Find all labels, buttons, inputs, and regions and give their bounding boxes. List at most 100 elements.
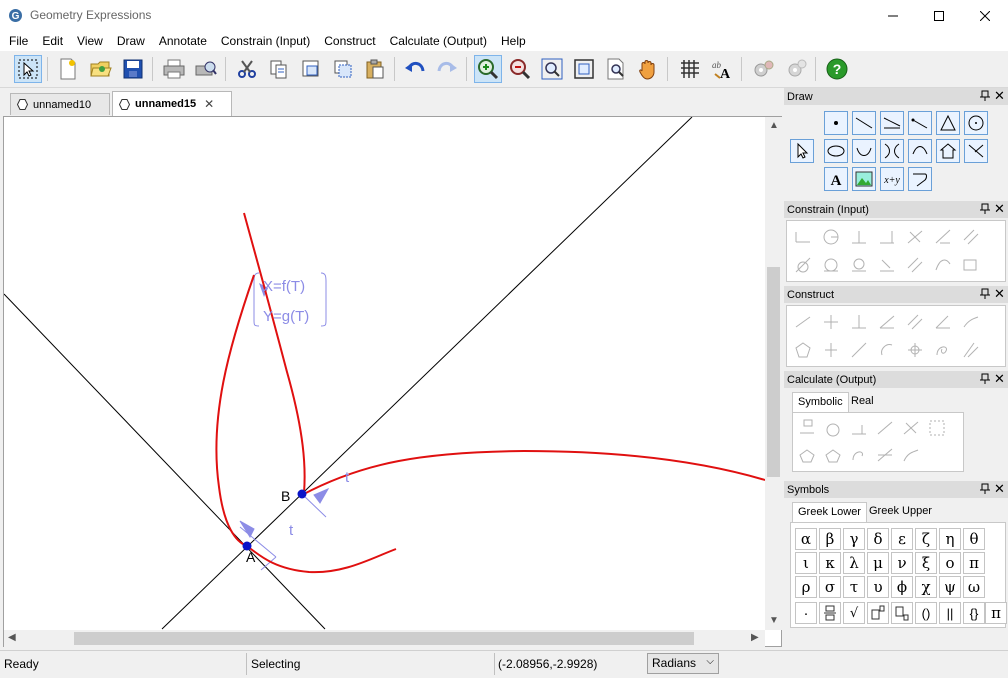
draw-line-tool[interactable] (852, 111, 876, 135)
symbol-iota[interactable]: ι (795, 552, 817, 574)
constrain-curve-tool[interactable] (931, 253, 955, 277)
constrain-distance-tool[interactable] (791, 225, 815, 249)
symbol-rho[interactable]: ρ (795, 576, 817, 598)
draw-picture-tool[interactable] (852, 167, 876, 191)
scroll-up-icon[interactable]: ▲ (769, 120, 779, 131)
menu-annotate[interactable]: Annotate (152, 31, 214, 51)
horizontal-scroll-thumb[interactable] (74, 632, 694, 645)
gears-button[interactable] (750, 55, 778, 83)
symbol-sigma[interactable]: σ (819, 576, 841, 598)
calc-coordinates-tool[interactable] (925, 416, 949, 440)
symbol-gamma[interactable]: γ (843, 528, 865, 550)
calc-area-tool[interactable] (795, 443, 819, 467)
pin-icon[interactable] (979, 90, 991, 102)
calc-perimeter-tool[interactable] (821, 443, 845, 467)
parametric-curve-right[interactable] (301, 449, 765, 496)
menu-help[interactable]: Help (494, 31, 533, 51)
select-tool-button[interactable] (14, 55, 42, 83)
constrain-equal-tool[interactable] (903, 253, 927, 277)
calc-radius-tool[interactable] (821, 416, 845, 440)
calc-implicit-tool[interactable] (873, 443, 897, 467)
symbol-kappa[interactable]: κ (819, 552, 841, 574)
draw-locus-tool[interactable] (964, 139, 988, 163)
symbol-chi[interactable]: χ (915, 576, 937, 598)
grid-button[interactable] (676, 55, 704, 83)
construction-line-1[interactable] (4, 293, 326, 630)
calc-equation-tool[interactable] (899, 416, 923, 440)
zoom-in-button[interactable] (474, 55, 502, 83)
construct-midpoint-tool[interactable] (791, 310, 815, 334)
parametric-curve[interactable] (243, 212, 306, 495)
draw-polygon-tool[interactable] (936, 111, 960, 135)
zoom-window-button[interactable] (570, 55, 598, 83)
construct-dilation-tool[interactable] (903, 338, 927, 362)
symbol-zeta[interactable]: ζ (915, 528, 937, 550)
tab-real[interactable]: Real (846, 392, 879, 412)
op-braces[interactable]: {} (963, 602, 985, 624)
construct-parallel-tool[interactable] (903, 310, 927, 334)
horizontal-scrollbar[interactable]: ◀ ▶ (4, 630, 765, 647)
maximize-button[interactable] (916, 0, 962, 31)
gears-alt-button[interactable] (782, 55, 810, 83)
draw-ellipse-tool[interactable] (824, 139, 848, 163)
scroll-right-icon[interactable]: ▶ (751, 632, 759, 643)
symbol-theta[interactable]: θ (963, 528, 985, 550)
construct-polygon-tool[interactable] (791, 338, 815, 362)
draw-ray-tool[interactable] (908, 111, 932, 135)
symbol-upsilon[interactable]: υ (867, 576, 889, 598)
close-button[interactable] (962, 0, 1008, 31)
tab-greek-lower[interactable]: Greek Lower (792, 502, 867, 522)
tab-unnamed15[interactable]: unnamed15 ✕ (112, 91, 232, 116)
pin-icon[interactable] (979, 288, 991, 300)
draw-circle-tool[interactable] (964, 111, 988, 135)
draw-text-tool[interactable]: A (824, 167, 848, 191)
symbol-xi[interactable]: ξ (915, 552, 937, 574)
construct-intersection-tool[interactable] (819, 310, 843, 334)
draw-function-tool[interactable]: x+y (880, 167, 904, 191)
draw-curve-tool[interactable] (908, 139, 932, 163)
zoom-out-button[interactable] (506, 55, 534, 83)
symbol-tau[interactable]: τ (843, 576, 865, 598)
scroll-down-icon[interactable]: ▼ (769, 615, 779, 626)
symbol-beta[interactable]: β (819, 528, 841, 550)
symbol-epsilon[interactable]: ε (891, 528, 913, 550)
construct-rotation-tool[interactable] (875, 338, 899, 362)
drawing-area[interactable]: A B t t X=f(T) Y=g(T) ▲ ▼ ◀ ▶ (3, 116, 782, 647)
save-button[interactable] (119, 55, 147, 83)
scroll-left-icon[interactable]: ◀ (8, 632, 16, 643)
constrain-angle-tool[interactable] (847, 225, 871, 249)
parametric-x-equation[interactable]: X=f(T) (263, 278, 305, 295)
zoom-fit-button[interactable] (538, 55, 566, 83)
close-icon[interactable]: ✕ (994, 481, 1005, 497)
print-button[interactable] (160, 55, 188, 83)
symbol-delta[interactable]: δ (867, 528, 889, 550)
paste-button[interactable] (361, 55, 389, 83)
constrain-slope-tool[interactable] (903, 225, 927, 249)
zoom-page-button[interactable] (602, 55, 630, 83)
construct-translation-tool[interactable] (847, 338, 871, 362)
point-b[interactable] (297, 489, 307, 499)
construct-locus-tool[interactable] (931, 338, 955, 362)
draw-hyperbola-tool[interactable] (880, 139, 904, 163)
font-style-button[interactable]: ab A (708, 55, 736, 83)
op-absolute[interactable]: || (939, 602, 961, 624)
symbol-omega[interactable]: ω (963, 576, 985, 598)
calc-parametric-tool[interactable] (847, 443, 871, 467)
calc-vector-tool[interactable] (899, 443, 923, 467)
pin-icon[interactable] (979, 203, 991, 215)
constrain-perpendicular-tool[interactable] (931, 225, 955, 249)
construct-perpendicular-tool[interactable] (847, 310, 871, 334)
draw-freehand-tool[interactable] (908, 167, 932, 191)
op-multiply[interactable]: · (795, 602, 817, 624)
op-sqrt[interactable]: √ (843, 602, 865, 624)
menu-construct[interactable]: Construct (317, 31, 382, 51)
calc-distance-tool[interactable] (795, 416, 819, 440)
vertical-scroll-thumb[interactable] (767, 267, 780, 477)
symbol-pi[interactable]: π (963, 552, 985, 574)
pan-button[interactable] (634, 55, 662, 83)
constrain-radius-tool[interactable] (819, 225, 843, 249)
calc-angle-tool[interactable] (847, 416, 871, 440)
print-preview-button[interactable] (192, 55, 220, 83)
tab-symbolic[interactable]: Symbolic (792, 392, 849, 412)
draw-segment-tool[interactable] (880, 111, 904, 135)
